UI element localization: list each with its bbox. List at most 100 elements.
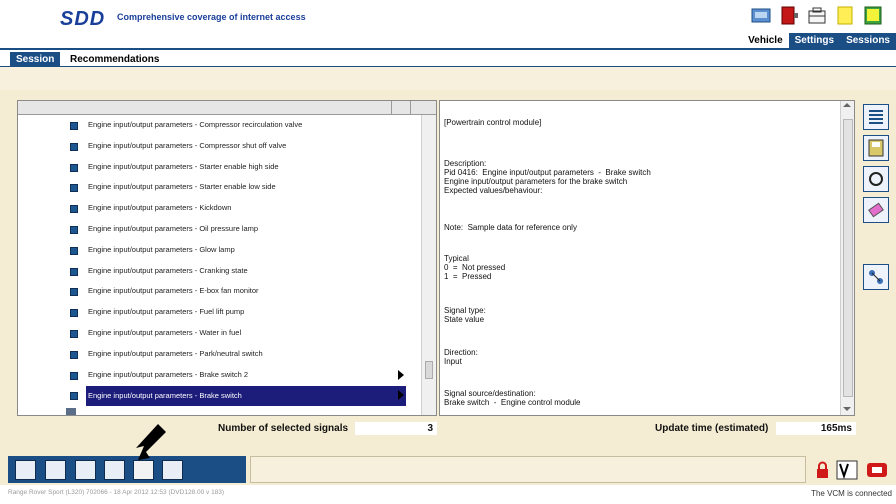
tab-vehicle[interactable]: Vehicle	[742, 33, 789, 48]
signal-icon	[70, 184, 78, 192]
refresh-icon[interactable]	[863, 166, 889, 192]
tool-strip	[8, 456, 246, 483]
signal-list-icon[interactable]	[133, 460, 154, 480]
eraser-icon[interactable]	[863, 197, 889, 223]
gauges-icon[interactable]	[45, 460, 66, 480]
description-heading: Description:	[444, 159, 487, 168]
signal-label: Engine input/output parameters - Brake s…	[86, 386, 406, 406]
list-item[interactable]: Engine input/output parameters - Compres…	[18, 137, 421, 158]
list-view-icon[interactable]	[863, 104, 889, 130]
signal-icon	[70, 122, 78, 130]
signal-label: Engine input/output parameters - Compres…	[88, 120, 303, 129]
signal-label: Engine input/output parameters - Starter…	[88, 182, 276, 191]
list-item[interactable]: Engine input/output parameters - Fuel li…	[18, 303, 421, 324]
vehicle-ecu-icon[interactable]	[778, 4, 800, 26]
signal-label: Engine input/output parameters - Park/ne…	[88, 349, 263, 358]
signal-label: Engine input/output parameters - E-box f…	[88, 286, 259, 295]
list-item[interactable]: Engine input/output parameters - E-box f…	[18, 282, 421, 303]
vci-voltage-icon[interactable]	[836, 460, 858, 480]
pointer-arrow-icon	[136, 424, 166, 460]
info-band	[0, 67, 896, 90]
top-tabs: Vehicle Settings Sessions	[742, 33, 896, 48]
signal-icon	[70, 205, 78, 213]
module-name: [Powertrain control module]	[444, 118, 542, 127]
list-column-header	[18, 101, 436, 115]
signal-label: Engine input/output parameters - Glow la…	[88, 245, 235, 254]
signal-select-icon[interactable]	[863, 264, 889, 290]
update-time-value: 165ms	[776, 422, 856, 435]
source-heading: Signal source/destination:	[444, 389, 536, 398]
datalogger-graph-icon[interactable]	[15, 460, 36, 480]
note-line: Note: Sample data for reference only	[444, 223, 577, 232]
signal-description-panel: [Powertrain control module] Description:…	[439, 100, 855, 416]
signal-label: Engine input/output parameters - Water i…	[88, 328, 242, 337]
pid-line: Pid 0416: Engine input/output parameters…	[444, 168, 651, 177]
list-item[interactable]: Engine input/output parameters - Starter…	[18, 178, 421, 199]
signal-icon	[70, 288, 78, 296]
app-logo: SDD	[60, 8, 106, 30]
toolbox-icon[interactable]	[806, 4, 828, 26]
column-divider	[410, 101, 411, 115]
list-item[interactable]: Engine input/output parameters - Park/ne…	[18, 345, 421, 366]
list-item[interactable]: Engine input/output parameters - Glow la…	[18, 241, 421, 262]
signal-icon	[70, 392, 78, 400]
signal-icon	[70, 372, 78, 380]
direction-value: Input	[444, 357, 462, 366]
expand-arrow-icon[interactable]	[398, 390, 404, 400]
partial-row-icon	[66, 408, 76, 415]
bar-chart-icon[interactable]	[75, 460, 96, 480]
tab-sessions[interactable]: Sessions	[840, 33, 896, 48]
update-time-label: Update time (estimated)	[655, 423, 769, 434]
signal-monitor-icon[interactable]	[104, 460, 125, 480]
save-data-icon[interactable]	[863, 135, 889, 161]
network-icon[interactable]	[162, 460, 183, 480]
selected-signals-value: 3	[355, 422, 437, 435]
signal-type-value: State value	[444, 315, 485, 324]
message-bar	[250, 456, 806, 483]
list-item[interactable]: Engine input/output parameters - Oil pre…	[18, 220, 421, 241]
list-item[interactable]: Engine input/output parameters - Brake s…	[18, 386, 421, 407]
description-scrollbar[interactable]	[840, 101, 854, 415]
source-value: Brake switch - Engine control module	[444, 398, 581, 407]
list-item[interactable]: Engine input/output parameters - Starter…	[18, 158, 421, 179]
signal-label: Engine input/output parameters - Crankin…	[88, 266, 248, 275]
list-item[interactable]: Engine input/output parameters - Kickdow…	[18, 199, 421, 220]
list-item[interactable]: Engine input/output parameters - Water i…	[18, 324, 421, 345]
vehicle-car-icon[interactable]	[750, 4, 772, 26]
list-scroll-thumb[interactable]	[425, 361, 433, 379]
signal-type-heading: Signal type:	[444, 306, 486, 315]
typical-heading: Typical	[444, 254, 469, 263]
signal-label: Engine input/output parameters - Starter…	[88, 162, 279, 171]
tab-recommendations[interactable]: Recommendations	[64, 52, 165, 67]
signal-label: Engine input/output parameters - Fuel li…	[88, 307, 245, 316]
signal-icon	[70, 226, 78, 234]
description-line: Engine input/output parameters for the b…	[444, 177, 628, 186]
tab-settings[interactable]: Settings	[788, 33, 841, 48]
expand-arrow-icon[interactable]	[398, 370, 404, 380]
tab-session[interactable]: Session	[10, 52, 61, 67]
description-scroll-thumb[interactable]	[843, 119, 853, 397]
list-item[interactable]: Engine input/output parameters - Crankin…	[18, 262, 421, 283]
signal-icon	[70, 164, 78, 172]
signal-icon	[70, 247, 78, 255]
signal-label: Engine input/output parameters - Brake s…	[88, 370, 249, 379]
connection-status: The VCM is connected	[811, 489, 892, 498]
list-scrollbar[interactable]	[421, 115, 436, 415]
signal-icon	[70, 268, 78, 276]
signal-icon	[70, 330, 78, 338]
battery-status-icon[interactable]	[866, 460, 888, 480]
signal-label: Engine input/output parameters - Kickdow…	[88, 203, 232, 212]
scroll-up-arrow-icon[interactable]	[843, 103, 851, 107]
typical-value-0: 0 = Not pressed	[444, 263, 506, 272]
typical-value-1: 1 = Pressed	[444, 272, 492, 281]
list-item[interactable]: Engine input/output parameters - Brake s…	[18, 366, 421, 387]
sessions-icon[interactable]	[862, 4, 884, 26]
list-item[interactable]: Engine input/output parameters - Compres…	[18, 116, 421, 137]
app-tagline: Comprehensive coverage of internet acces…	[117, 12, 306, 22]
lock-icon[interactable]	[811, 460, 833, 480]
note-icon[interactable]	[834, 4, 856, 26]
signal-label: Engine input/output parameters - Oil pre…	[88, 224, 259, 233]
signal-icon	[70, 351, 78, 359]
direction-heading: Direction:	[444, 348, 478, 357]
scroll-down-arrow-icon[interactable]	[843, 407, 851, 411]
